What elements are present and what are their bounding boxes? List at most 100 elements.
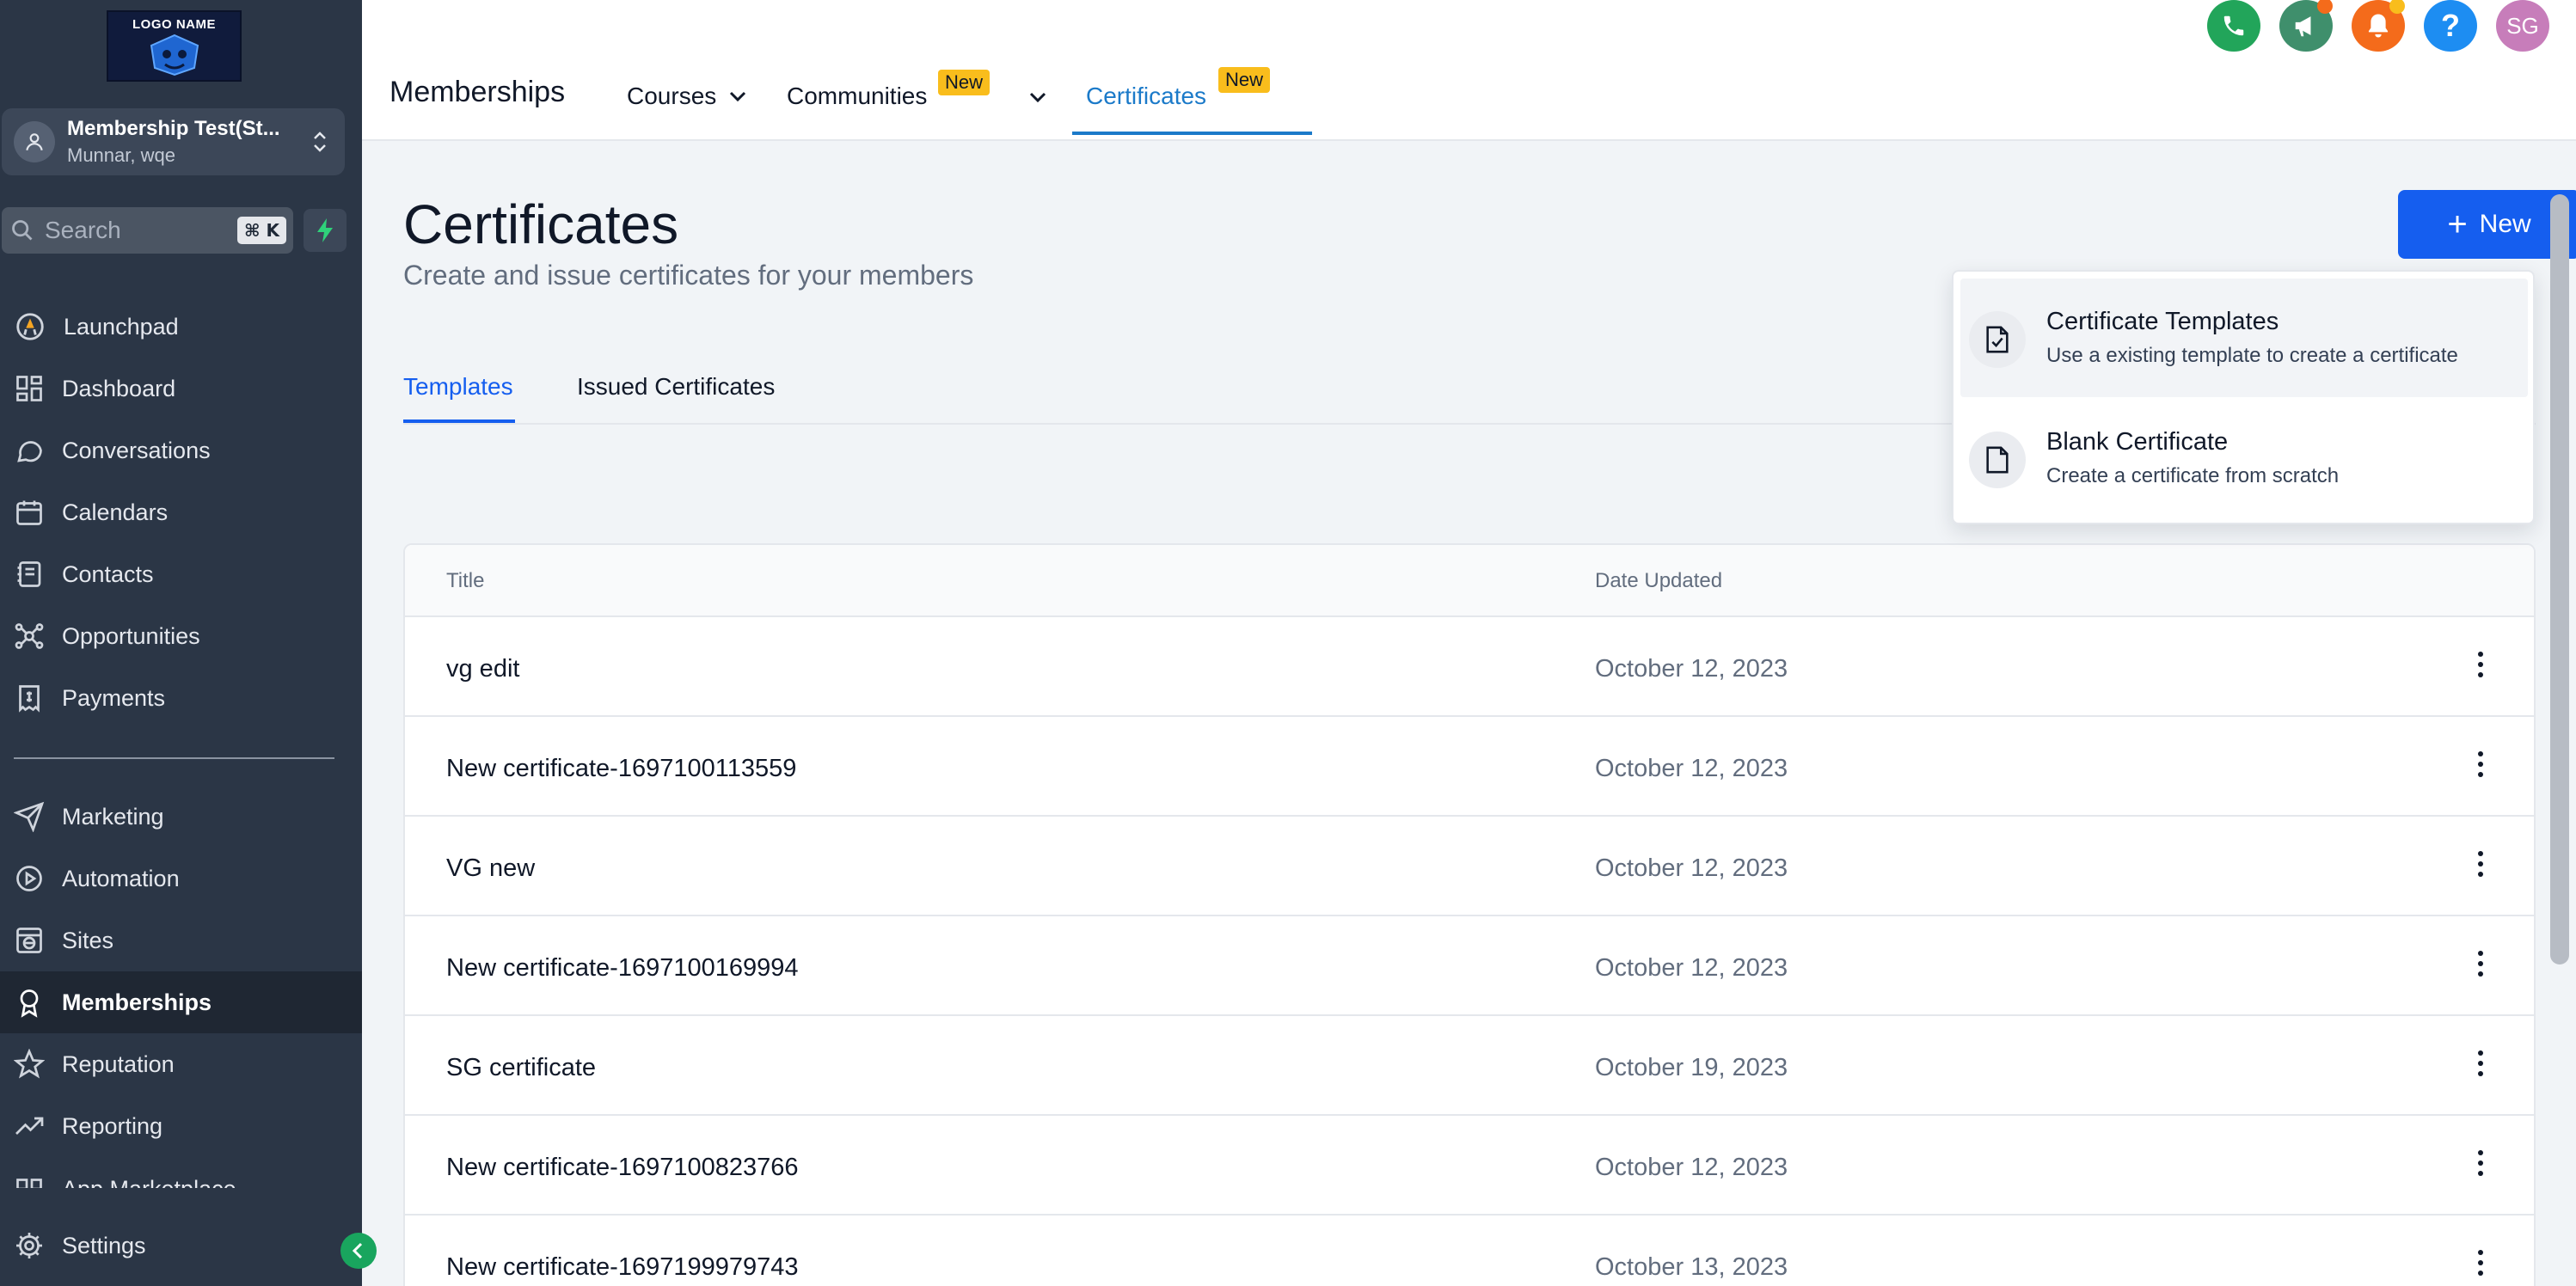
new-button-label: New xyxy=(2479,210,2531,238)
certificate-date: October 12, 2023 xyxy=(1595,755,1788,782)
tab-certificates[interactable]: Certificates xyxy=(1086,83,1206,110)
certificate-date: October 12, 2023 xyxy=(1595,655,1788,683)
avatar-initials: SG xyxy=(2506,12,2539,39)
tab-courses[interactable]: Courses xyxy=(627,83,747,110)
sidebar-item-label: Reputation xyxy=(62,1050,175,1077)
sidebar-item-label: Sites xyxy=(62,927,114,953)
table-row[interactable]: New certificate-1697100169994 October 12… xyxy=(405,916,2534,1016)
sidebar-item-label: App Marketplace xyxy=(62,1176,236,1188)
account-switcher[interactable]: Membership Test(St... Munnar, wqe xyxy=(2,108,345,175)
company-logo[interactable]: LOGO NAME xyxy=(107,10,242,82)
sidebar-item-launchpad[interactable]: Launchpad xyxy=(0,296,362,358)
page-scrollbar[interactable] xyxy=(2550,194,2569,964)
table-row[interactable]: SG certificate October 19, 2023 xyxy=(405,1016,2534,1116)
tab-label: Communities xyxy=(787,83,928,109)
sidebar-item-opportunities[interactable]: Opportunities xyxy=(0,605,362,667)
sidebar-item-payments[interactable]: Payments xyxy=(0,667,362,729)
sidebar: LOGO NAME Membership Test(St... Munnar, … xyxy=(0,0,362,1286)
menu-item-title: Certificate Templates xyxy=(2046,308,2279,335)
menu-item-certificate-templates[interactable]: Certificate Templates Use a existing tem… xyxy=(1960,279,2528,397)
sidebar-item-label: Settings xyxy=(62,1232,146,1258)
sidebar-item-label: Memberships xyxy=(62,989,212,1015)
certificate-title[interactable]: SG certificate xyxy=(446,1054,596,1082)
active-tab-indicator xyxy=(1072,132,1312,135)
sidebar-item-settings[interactable]: Settings xyxy=(0,1215,362,1277)
menu-item-description: Create a certificate from scratch xyxy=(2046,464,2340,487)
certificate-title[interactable]: VG new xyxy=(446,854,535,883)
quick-action-button[interactable] xyxy=(304,209,347,252)
help-icon: ? xyxy=(2441,8,2460,43)
row-menu-icon[interactable] xyxy=(2465,1142,2496,1185)
tab-issued-certificates[interactable]: Issued Certificates xyxy=(577,373,775,401)
row-menu-icon[interactable] xyxy=(2465,942,2496,985)
row-menu-icon[interactable] xyxy=(2465,842,2496,885)
table-header: Title Date Updated xyxy=(405,545,2534,617)
phone-button[interactable] xyxy=(2207,0,2260,52)
certificate-date: October 19, 2023 xyxy=(1595,1054,1788,1081)
tab-label: Courses xyxy=(627,83,717,109)
account-name: Membership Test(St... xyxy=(67,117,280,140)
chevron-down-icon[interactable] xyxy=(1028,91,1047,103)
rocket-icon xyxy=(16,313,44,340)
row-menu-icon[interactable] xyxy=(2465,1042,2496,1085)
dashboard-icon xyxy=(16,376,42,401)
notification-dot xyxy=(2317,0,2333,14)
location-icon xyxy=(14,121,55,162)
certificate-title[interactable]: vg edit xyxy=(446,655,519,683)
gorilla-logo-icon xyxy=(150,34,199,77)
file-icon xyxy=(1969,432,2026,488)
sidebar-item-contacts[interactable]: Contacts xyxy=(0,543,362,605)
sidebar-item-reporting[interactable]: Reporting xyxy=(0,1095,362,1157)
sidebar-item-app-marketplace[interactable]: App Marketplace xyxy=(0,1157,362,1188)
row-menu-icon[interactable] xyxy=(2465,1241,2496,1284)
new-certificate-button[interactable]: + New xyxy=(2398,190,2576,259)
table-row[interactable]: New certificate-1697100823766 October 12… xyxy=(405,1116,2534,1216)
app-title: Memberships xyxy=(389,76,566,108)
sidebar-item-label: Marketing xyxy=(62,803,164,830)
sidebar-item-calendars[interactable]: Calendars xyxy=(0,481,362,543)
sidebar-search[interactable]: Search ⌘ K xyxy=(2,207,293,254)
menu-item-blank-certificate[interactable]: Blank Certificate Create a certificate f… xyxy=(1960,399,2528,517)
sidebar-item-marketing[interactable]: Marketing xyxy=(0,786,362,848)
sidebar-item-conversations[interactable]: Conversations xyxy=(0,419,362,481)
sidebar-item-sites[interactable]: Sites xyxy=(0,909,362,971)
search-icon xyxy=(12,220,33,241)
tab-communities[interactable]: Communities xyxy=(787,83,927,110)
sidebar-item-label: Dashboard xyxy=(62,375,176,401)
contacts-icon xyxy=(17,561,41,587)
sidebar-item-dashboard[interactable]: Dashboard xyxy=(0,358,362,419)
table-row[interactable]: vg edit October 12, 2023 xyxy=(405,617,2534,717)
user-avatar[interactable]: SG xyxy=(2496,0,2549,52)
sites-icon xyxy=(16,928,42,953)
sidebar-item-label: Payments xyxy=(62,684,166,711)
table-row[interactable]: VG new October 12, 2023 xyxy=(405,817,2534,916)
table-row[interactable]: New certificate-1697100113559 October 12… xyxy=(405,717,2534,817)
sidebar-item-reputation[interactable]: Reputation xyxy=(0,1033,362,1095)
new-badge: New xyxy=(938,70,991,95)
help-button[interactable]: ? xyxy=(2424,0,2477,52)
certificate-title[interactable]: New certificate-1697100823766 xyxy=(446,1154,799,1182)
sidebar-item-memberships[interactable]: Memberships xyxy=(0,971,362,1033)
table-row[interactable]: New certificate-1697199979743 October 13… xyxy=(405,1216,2534,1286)
certificate-title[interactable]: New certificate-1697199979743 xyxy=(446,1253,799,1282)
certificate-title[interactable]: New certificate-1697100169994 xyxy=(446,954,799,983)
announcements-button[interactable] xyxy=(2279,0,2333,52)
certificate-date: October 13, 2023 xyxy=(1595,1253,1788,1281)
certificate-title[interactable]: New certificate-1697100113559 xyxy=(446,755,796,783)
page-subtitle: Create and issue certificates for your m… xyxy=(403,260,974,291)
account-location: Munnar, wqe xyxy=(67,144,175,166)
certificate-date: October 12, 2023 xyxy=(1595,954,1788,982)
row-menu-icon[interactable] xyxy=(2465,743,2496,786)
marketplace-icon xyxy=(16,1179,42,1188)
tab-templates[interactable]: Templates xyxy=(403,373,513,401)
sidebar-item-label: Reporting xyxy=(62,1112,163,1139)
collapse-sidebar-button[interactable] xyxy=(340,1233,377,1269)
row-menu-icon[interactable] xyxy=(2465,643,2496,686)
chevron-down-icon xyxy=(730,91,746,102)
sidebar-item-automation[interactable]: Automation xyxy=(0,848,362,909)
notifications-button[interactable] xyxy=(2352,0,2405,52)
active-tab-indicator xyxy=(403,419,515,423)
gear-icon xyxy=(16,1233,42,1258)
sidebar-item-label: Calendars xyxy=(62,499,169,525)
plus-icon: + xyxy=(2447,205,2468,243)
